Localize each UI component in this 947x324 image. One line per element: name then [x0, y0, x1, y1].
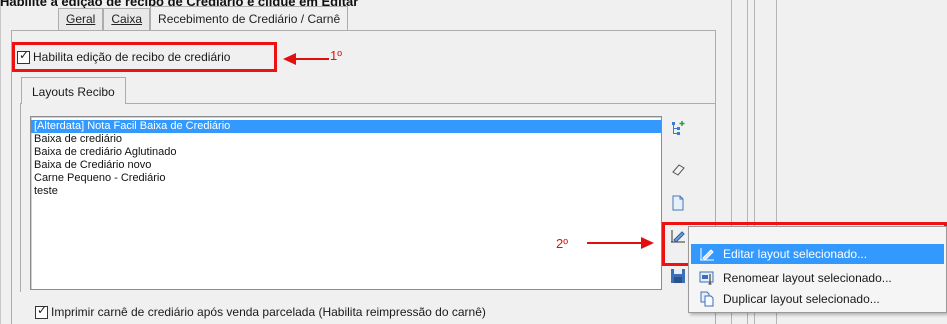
- annotation-label-1: 1º: [330, 48, 342, 63]
- tab-strip: Geral Caixa Recebimento de Crediário / C…: [58, 6, 349, 30]
- menu-item-editar-layout[interactable]: Editar layout selecionado...: [691, 244, 944, 264]
- arrow-right-icon: [641, 237, 654, 249]
- eraser-icon[interactable]: [670, 161, 686, 177]
- layouts-listbox[interactable]: [Alterdata] Nota Facil Baixa de Crediári…: [30, 116, 662, 290]
- tab-label: Caixa: [111, 12, 143, 26]
- tab-label: Recebimento de Crediário / Carnê: [158, 12, 341, 26]
- arrow-left-icon: [283, 53, 296, 65]
- checkbox-box[interactable]: ✓: [35, 302, 48, 319]
- tab-geral[interactable]: Geral: [58, 8, 104, 30]
- menu-item-duplicar-layout[interactable]: Duplicar layout selecionado...: [691, 289, 944, 309]
- list-item[interactable]: Baixa de Crediário novo: [31, 159, 661, 172]
- menu-item-renomear-layout[interactable]: Renomear layout selecionado...: [691, 268, 944, 288]
- tab-caixa[interactable]: Caixa: [103, 8, 151, 30]
- checkmark-icon: ✓: [37, 302, 48, 317]
- list-item[interactable]: Baixa de crediário Aglutinado: [31, 146, 661, 159]
- list-item[interactable]: [Alterdata] Nota Facil Baixa de Crediári…: [31, 120, 661, 133]
- annotation-label-2: 2º: [556, 236, 568, 251]
- duplicate-icon: [699, 291, 715, 307]
- list-item[interactable]: Baixa de crediário: [31, 133, 661, 146]
- list-item[interactable]: Carne Pequeno - Crediário: [31, 172, 661, 185]
- list-item[interactable]: teste: [31, 185, 661, 198]
- tab-label: Geral: [66, 12, 96, 26]
- menu-item-label: Duplicar layout selecionado...: [723, 292, 880, 306]
- annotation-arrow-2: [587, 242, 643, 244]
- add-tree-icon[interactable]: [670, 120, 686, 136]
- layout-context-menu: Editar layout selecionado... Renomear la…: [688, 226, 947, 313]
- tab-layouts-recibo[interactable]: Layouts Recibo: [21, 77, 126, 104]
- tab-label: Layouts Recibo: [32, 85, 115, 99]
- print-carne-checkbox[interactable]: ✓ Imprimir carnê de crediário após venda…: [35, 302, 486, 319]
- checkbox-label: Imprimir carnê de crediário após venda p…: [51, 305, 486, 319]
- tab-recebimento-crediario[interactable]: Recebimento de Crediário / Carnê: [150, 6, 349, 30]
- new-document-icon[interactable]: [670, 195, 686, 211]
- annotation-arrow-1: [295, 58, 329, 60]
- menu-item-label: Editar layout selecionado...: [723, 247, 868, 261]
- edit-layout-icon: [699, 246, 715, 262]
- highlight-box-1: [12, 42, 277, 72]
- save-icon[interactable]: [670, 268, 686, 284]
- menu-item-label: Renomear layout selecionado...: [723, 271, 892, 285]
- rename-icon: [699, 270, 715, 286]
